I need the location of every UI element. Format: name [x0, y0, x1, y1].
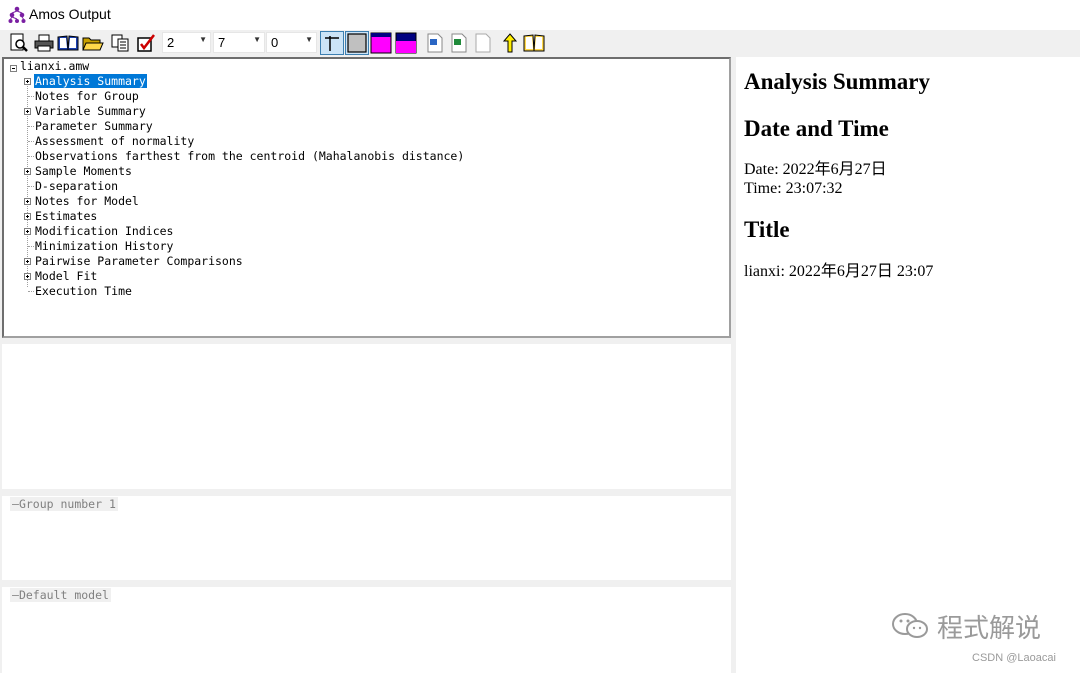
- export-text-button[interactable]: [472, 32, 494, 54]
- tree-item-model-fit[interactable]: Model Fit: [35, 269, 97, 284]
- export-excel-button[interactable]: [448, 32, 470, 54]
- help-book-icon: [523, 34, 545, 52]
- expand-toggle-icon[interactable]: [24, 168, 31, 175]
- tree-item-modification-indices[interactable]: Modification Indices: [35, 224, 173, 239]
- tree-item-pairwise-comparisons[interactable]: Pairwise Parameter Comparisons: [35, 254, 243, 269]
- excel-document-icon: [451, 33, 467, 53]
- tree-item-variable-summary[interactable]: Variable Summary: [35, 104, 146, 119]
- max-columns-value: 0: [271, 35, 279, 50]
- column-width-value: 7: [218, 35, 226, 50]
- tree-item-d-separation[interactable]: D-separation: [35, 179, 118, 194]
- blank-document-icon: [475, 33, 491, 53]
- checkbox-icon: [137, 34, 155, 52]
- up-level-button[interactable]: [499, 32, 521, 54]
- wechat-icon: [890, 611, 932, 646]
- models-panel[interactable]: —Default model: [2, 587, 731, 673]
- watermark-text: 程式解说: [937, 614, 1042, 644]
- tree-connector: [28, 141, 34, 142]
- output-view: Analysis Summary Date and Time Date: 202…: [736, 57, 1080, 673]
- navy-swatch-icon: [395, 32, 417, 54]
- expand-toggle-icon[interactable]: [24, 78, 31, 85]
- tree-connector: [28, 126, 34, 127]
- tree-item-assessment-of-normality[interactable]: Assessment of normality: [35, 134, 194, 149]
- copy-icon: [111, 34, 129, 52]
- title-bar: Amos Output: [0, 0, 1080, 30]
- model-item[interactable]: —Default model: [10, 588, 111, 602]
- title-heading: Title: [744, 217, 790, 242]
- help-button[interactable]: [523, 32, 545, 54]
- folder-open-icon: [82, 37, 104, 51]
- magenta-color-button[interactable]: [370, 32, 392, 54]
- tree-item-notes-for-group[interactable]: Notes for Group: [35, 89, 139, 104]
- date-line: Date: 2022年6月27日: [744, 161, 887, 178]
- word-document-icon: [427, 33, 443, 53]
- open-folder-button[interactable]: [82, 32, 104, 54]
- expand-toggle-icon[interactable]: [24, 108, 31, 115]
- groups-panel[interactable]: —Group number 1: [2, 496, 731, 580]
- tree-item-execution-time[interactable]: Execution Time: [35, 284, 132, 299]
- table-rules-toggle[interactable]: [320, 31, 344, 55]
- expand-toggle-icon[interactable]: [24, 273, 31, 280]
- tree-root[interactable]: lianxi.amw: [20, 59, 89, 74]
- print-preview-button[interactable]: [8, 32, 30, 54]
- cross-rules-icon: [325, 36, 339, 51]
- open-book-button[interactable]: [57, 32, 79, 54]
- chevron-down-icon: ▼: [305, 35, 313, 44]
- tree-connector: [28, 96, 34, 97]
- tree-item-observations-farthest[interactable]: Observations farthest from the centroid …: [35, 149, 464, 164]
- tree-item-estimates[interactable]: Estimates: [35, 209, 97, 224]
- output-navigation-tree[interactable]: lianxi.amw Analysis Summary Notes for Gr…: [2, 57, 731, 338]
- chevron-down-icon: ▼: [253, 35, 261, 44]
- watermark-credit: CSDN @Laoacai: [972, 652, 1056, 664]
- model-label: Default model: [18, 588, 109, 602]
- magenta-swatch-icon: [370, 32, 392, 54]
- gray-square-icon: [347, 33, 367, 53]
- copy-button[interactable]: [109, 32, 131, 54]
- print-preview-icon: [10, 33, 28, 52]
- expand-toggle-icon[interactable]: [24, 213, 31, 220]
- tree-connector: [28, 291, 34, 292]
- title-line: lianxi: 2022年6月27日 23:07: [744, 263, 934, 280]
- tree-connector: [28, 186, 34, 187]
- tree-item-sample-moments[interactable]: Sample Moments: [35, 164, 132, 179]
- date-time-heading: Date and Time: [744, 116, 889, 141]
- expand-toggle-icon[interactable]: [24, 228, 31, 235]
- tree-connector: [28, 246, 34, 247]
- amos-app-icon: [8, 6, 26, 24]
- time-line: Time: 23:07:32: [744, 180, 843, 197]
- decimals-combo[interactable]: 2 ▼: [162, 32, 211, 53]
- collapse-toggle-icon[interactable]: [10, 65, 17, 72]
- decimals-value: 2: [167, 35, 175, 50]
- parameter-formats-panel[interactable]: [2, 344, 731, 489]
- tree-connector: [28, 156, 34, 157]
- gray-background-toggle[interactable]: [345, 31, 369, 55]
- book-icon: [57, 35, 79, 51]
- tree-item-analysis-summary[interactable]: Analysis Summary: [34, 74, 147, 89]
- options-button[interactable]: [135, 32, 157, 54]
- tree-item-notes-for-model[interactable]: Notes for Model: [35, 194, 139, 209]
- expand-toggle-icon[interactable]: [24, 258, 31, 265]
- print-button[interactable]: [33, 32, 55, 54]
- tree-item-minimization-history[interactable]: Minimization History: [35, 239, 173, 254]
- group-item[interactable]: —Group number 1: [10, 497, 118, 511]
- chevron-down-icon: ▼: [199, 35, 207, 44]
- window-title: Amos Output: [29, 6, 111, 22]
- expand-toggle-icon[interactable]: [24, 198, 31, 205]
- group-label: Group number 1: [18, 497, 116, 511]
- export-word-button[interactable]: [424, 32, 446, 54]
- up-arrow-icon: [502, 33, 518, 53]
- tree-item-parameter-summary[interactable]: Parameter Summary: [35, 119, 153, 134]
- printer-icon: [34, 34, 54, 52]
- column-width-combo[interactable]: 7 ▼: [213, 32, 265, 53]
- max-columns-combo[interactable]: 0 ▼: [266, 32, 317, 53]
- output-heading: Analysis Summary: [744, 69, 930, 94]
- tree-item-label: Analysis Summary: [34, 74, 147, 88]
- navy-color-button[interactable]: [395, 32, 417, 54]
- toolbar: 2 ▼ 7 ▼ 0 ▼: [0, 30, 1080, 58]
